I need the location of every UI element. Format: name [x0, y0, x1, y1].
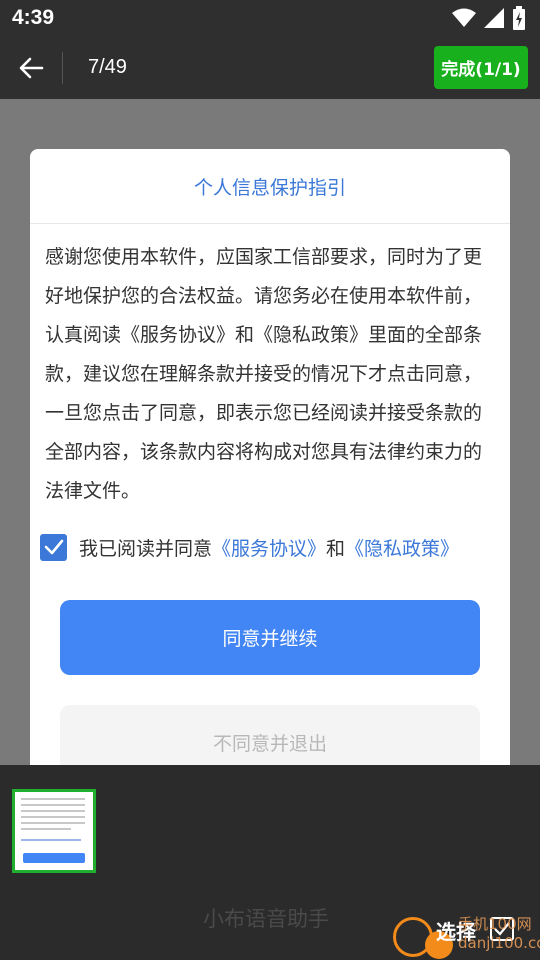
signal-icon	[484, 8, 504, 28]
agree-row: 我已阅读并同意 《服务协议》 和 《隐私政策》	[40, 527, 510, 567]
wifi-icon	[452, 8, 476, 27]
page-counter: 7/49	[88, 56, 127, 78]
thumbnail-line	[21, 816, 85, 818]
arrow-left-icon	[19, 57, 44, 79]
thumbnail-line	[21, 810, 85, 812]
site-watermark: 手机100网 danji100.com	[458, 915, 540, 953]
dialog-body-text: 感谢您使用本软件，应国家工信部要求，同时为了更好地保护您的合法权益。请您务必在使…	[45, 246, 483, 502]
privacy-policy-link[interactable]: 《隐私政策》	[345, 534, 459, 561]
site-watermark-line1: 手机100网	[458, 915, 532, 933]
privacy-dialog: 个人信息保护指引 感谢您使用本软件，应国家工信部要求，同时为了更好地保护您的合法…	[30, 149, 510, 809]
done-button[interactable]: 完成(1/1)	[434, 46, 528, 89]
checkmark-icon	[44, 539, 63, 555]
site-watermark-line2: danji100.com	[458, 934, 540, 952]
top-toolbar: 7/49 完成(1/1)	[0, 36, 540, 99]
service-agreement-link[interactable]: 《服务协议》	[212, 534, 326, 561]
thumbnail-line	[21, 839, 81, 841]
thumbnail-line	[21, 828, 71, 830]
battery-icon	[513, 6, 525, 30]
page-thumbnail[interactable]	[12, 789, 96, 873]
overlay-text: 小布语音助手	[203, 907, 329, 931]
status-bar: 4:39	[0, 0, 540, 36]
status-icons	[452, 6, 526, 30]
back-button[interactable]	[14, 51, 48, 85]
dialog-title: 个人信息保护指引	[30, 149, 510, 224]
agree-checkbox[interactable]	[40, 533, 67, 561]
bottom-panel: 小布语音助手 选择 手机100网 danji100.com	[0, 765, 540, 960]
agree-prefix: 我已阅读并同意	[79, 537, 213, 560]
status-time: 4:39	[12, 6, 55, 29]
thumbnail-button	[23, 853, 85, 863]
toolbar-divider	[62, 52, 63, 84]
agree-continue-button[interactable]: 同意并继续	[60, 600, 480, 675]
thumbnail-line	[21, 804, 85, 806]
thumbnail-line	[21, 798, 85, 800]
thumbnail-line	[21, 822, 85, 824]
and-text: 和	[326, 537, 346, 560]
